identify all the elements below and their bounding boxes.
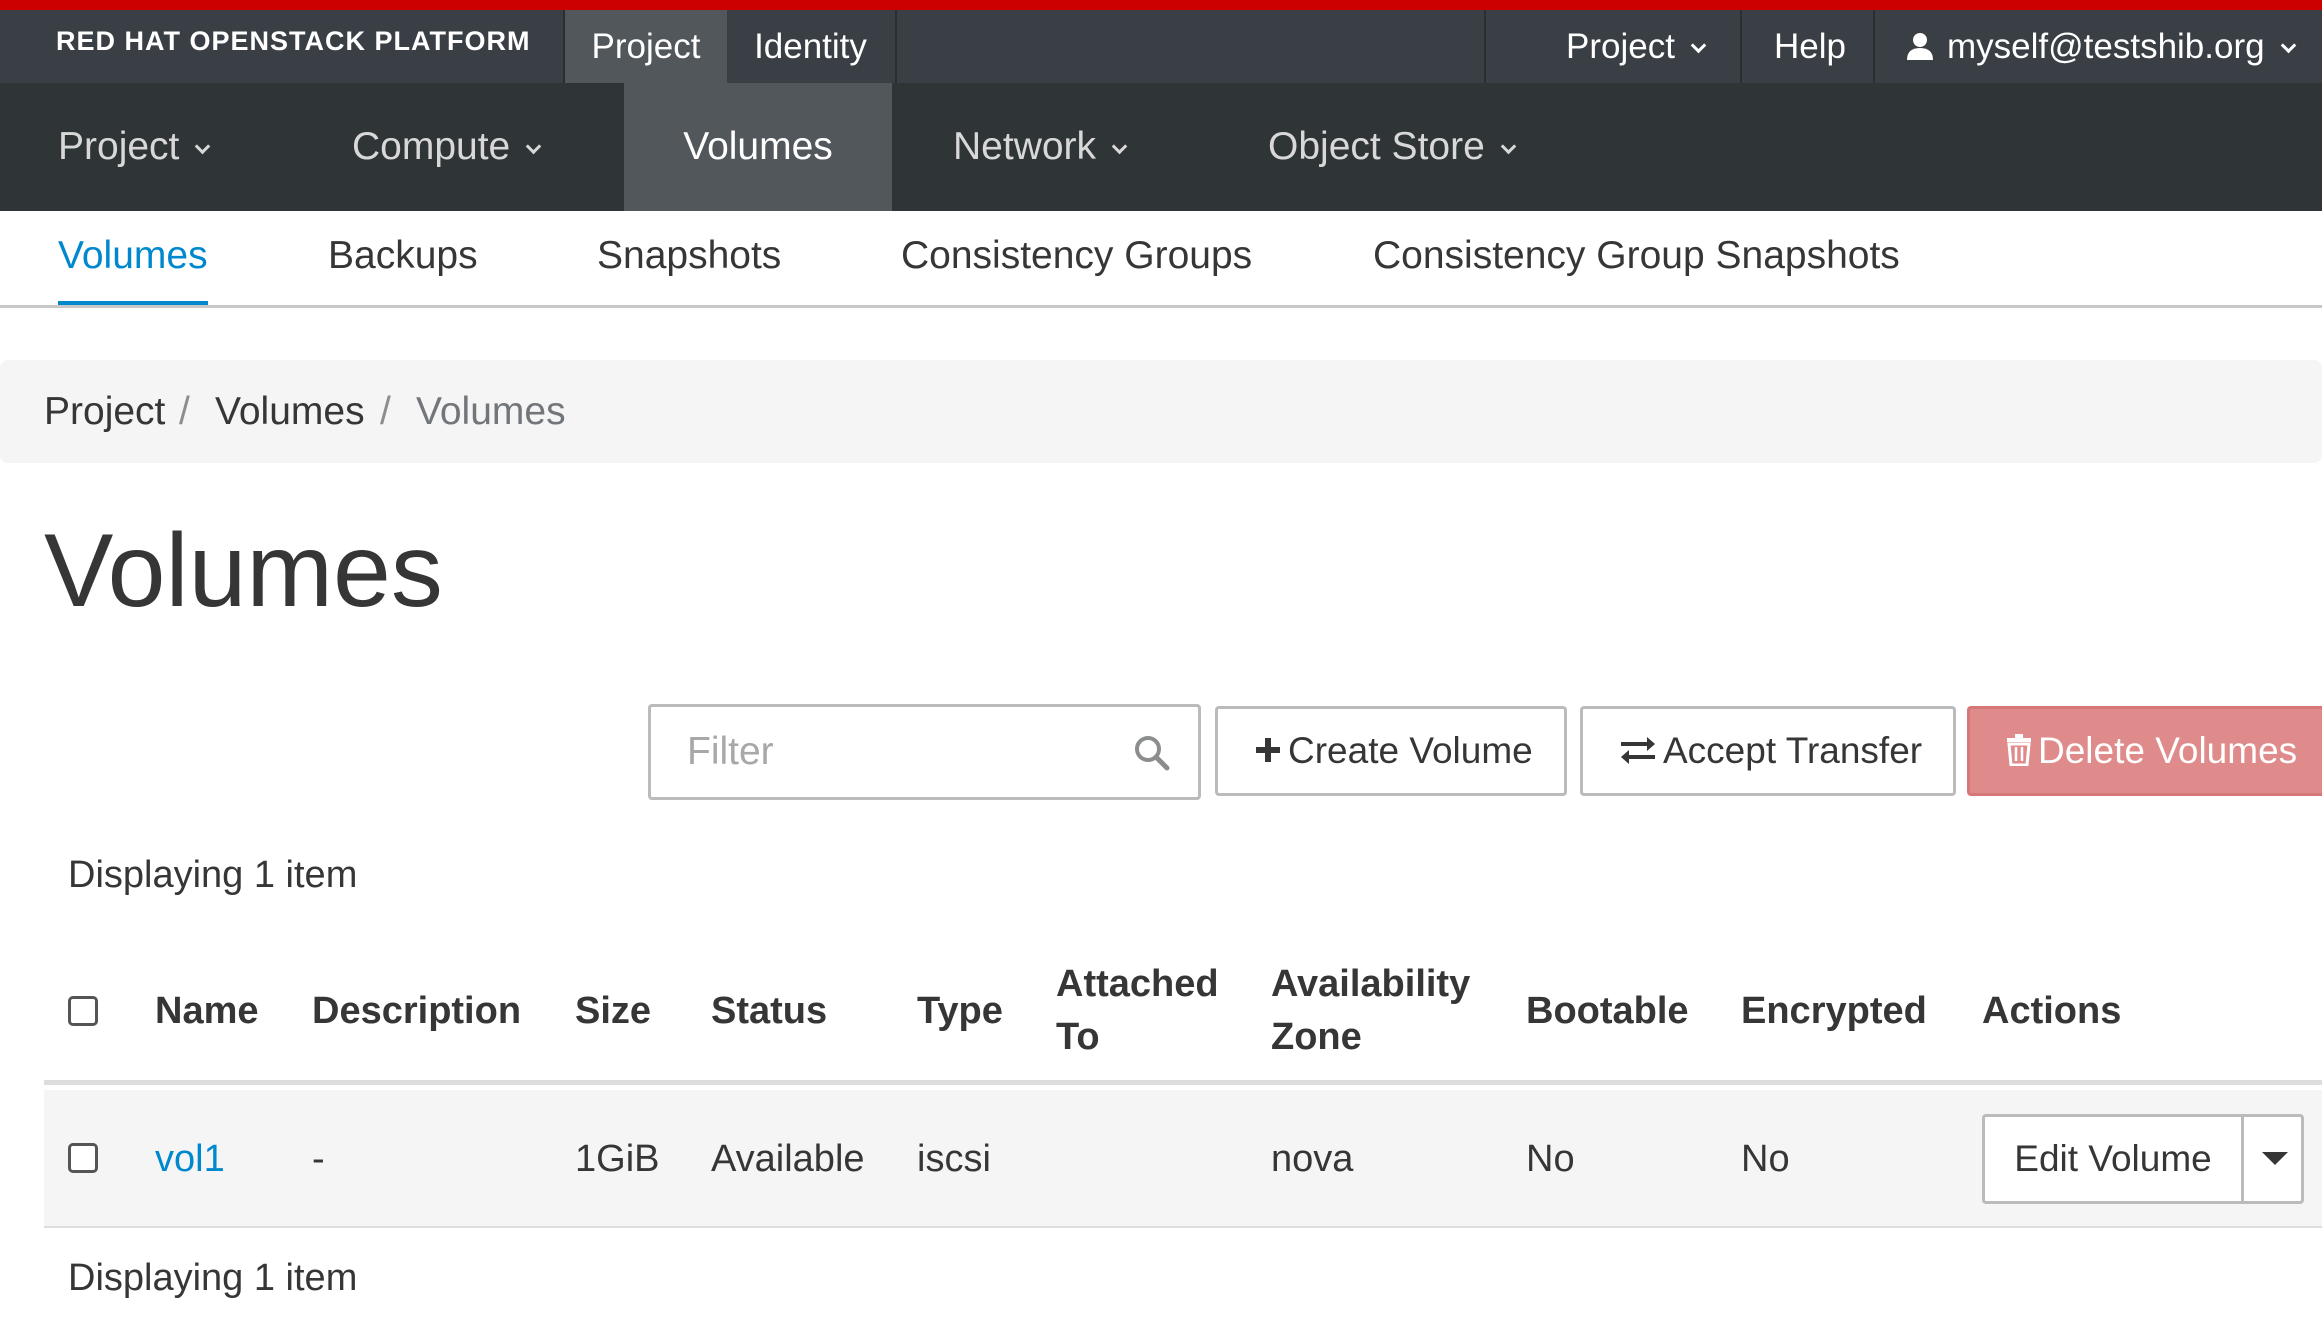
masthead: RED HAT OPENSTACK PLATFORM Project Ident…	[0, 10, 2322, 83]
table-header: Name Description Size Status Type Attach…	[44, 940, 2322, 1085]
volume-size: 1GiB	[575, 1138, 660, 1180]
divider	[895, 10, 897, 83]
breadcrumb-current: Volumes	[416, 390, 566, 433]
accept-transfer-label: Accept Transfer	[1663, 730, 1923, 771]
edit-volume-button[interactable]: Edit Volume	[1985, 1117, 2241, 1201]
row-checkbox[interactable]	[68, 1143, 98, 1173]
breadcrumb: Project / Volumes / Volumes	[0, 360, 2322, 463]
breadcrumb-volumes[interactable]: Volumes	[215, 360, 365, 463]
column-description[interactable]: Description	[312, 985, 521, 1038]
subtab-consistency-groups[interactable]: Consistency Groups	[901, 211, 1252, 305]
volume-status: Available	[711, 1138, 865, 1180]
divider	[1873, 10, 1875, 83]
filter-field[interactable]	[648, 704, 1201, 800]
caret-down-icon[interactable]	[2262, 1152, 2288, 1165]
column-name[interactable]: Name	[155, 985, 259, 1038]
subtab-consistency-group-snapshots[interactable]: Consistency Group Snapshots	[1373, 211, 1900, 305]
column-attached-to-line1: Attached	[1056, 963, 1219, 1005]
delete-volumes-button[interactable]: Delete Volumes	[1967, 706, 2322, 796]
user-icon	[1907, 32, 1933, 60]
chevron-down-icon	[1690, 37, 1707, 54]
search-icon[interactable]	[1132, 733, 1172, 773]
column-availability-zone-line2: Zone	[1271, 1016, 1362, 1058]
tab-identity[interactable]: Identity	[727, 10, 894, 83]
item-count-footer: Displaying 1 item	[68, 1257, 358, 1299]
column-status[interactable]: Status	[711, 985, 827, 1038]
volume-type: iscsi	[917, 1138, 991, 1180]
item-count: Displaying 1 item	[68, 854, 358, 896]
column-size[interactable]: Size	[575, 985, 651, 1038]
subtab-backups[interactable]: Backups	[328, 211, 478, 305]
trash-icon	[2007, 734, 2031, 767]
chevron-down-icon	[525, 138, 542, 155]
volume-description: -	[312, 1138, 325, 1180]
breadcrumb-separator: /	[179, 390, 190, 433]
volume-bootable: No	[1526, 1138, 1575, 1180]
divider	[2241, 1117, 2244, 1201]
project-menu-label: Project	[1566, 27, 1675, 66]
volume-name-link[interactable]: vol1	[155, 1090, 225, 1228]
create-volume-label: Create Volume	[1288, 730, 1533, 771]
chevron-down-icon	[1111, 138, 1128, 155]
brand-logo[interactable]: RED HAT OPENSTACK PLATFORM	[56, 26, 530, 57]
filter-input[interactable]	[687, 707, 1127, 797]
help-link[interactable]: Help	[1774, 10, 1846, 83]
nav-volumes[interactable]: Volumes	[624, 83, 892, 211]
column-type[interactable]: Type	[917, 985, 1003, 1038]
page-title: Volumes	[44, 513, 443, 629]
nav-item-label: Object Store	[1268, 125, 1485, 168]
column-availability-zone[interactable]: Availability Zone	[1271, 958, 1470, 1064]
column-encrypted[interactable]: Encrypted	[1741, 985, 1927, 1038]
table-row: vol1 - 1GiB Available iscsi nova No No E…	[44, 1090, 2322, 1228]
row-actions-group: Edit Volume	[1982, 1114, 2304, 1204]
brand-accent-strip	[0, 0, 2322, 10]
column-bootable[interactable]: Bootable	[1526, 985, 1689, 1038]
nav-compute[interactable]: Compute	[352, 83, 542, 211]
column-actions: Actions	[1982, 990, 2122, 1032]
nav-project[interactable]: Project	[58, 83, 211, 211]
nav-item-label: Network	[953, 125, 1097, 168]
chevron-down-icon	[195, 138, 211, 155]
subtab-snapshots[interactable]: Snapshots	[597, 211, 781, 305]
user-menu[interactable]: myself@testshib.org	[1905, 10, 2296, 83]
exchange-icon	[1621, 737, 1655, 765]
volume-zone: nova	[1271, 1138, 1354, 1180]
column-availability-zone-line1: Availability	[1271, 963, 1471, 1005]
tab-project[interactable]: Project	[565, 10, 727, 83]
breadcrumb-separator: /	[380, 390, 391, 433]
chevron-down-icon	[2280, 37, 2296, 54]
create-volume-button[interactable]: Create Volume	[1215, 706, 1567, 796]
accept-transfer-button[interactable]: Accept Transfer	[1580, 706, 1956, 796]
user-name: myself@testshib.org	[1947, 27, 2265, 66]
chevron-down-icon	[1500, 138, 1517, 155]
primary-nav: Project Compute Volumes Network Object S…	[0, 83, 2322, 211]
select-all-checkbox[interactable]	[68, 996, 98, 1026]
nav-item-label: Project	[58, 125, 180, 168]
divider	[1484, 10, 1486, 83]
breadcrumb-project[interactable]: Project	[44, 360, 165, 463]
nav-item-label: Compute	[352, 125, 511, 168]
project-menu[interactable]: Project	[1566, 10, 1707, 83]
volume-encrypted: No	[1741, 1138, 1790, 1180]
nav-object-store[interactable]: Object Store	[1268, 83, 1517, 211]
nav-network[interactable]: Network	[953, 83, 1128, 211]
column-attached-to-line2: To	[1056, 1016, 1100, 1058]
delete-volumes-label: Delete Volumes	[2038, 730, 2298, 771]
plus-icon	[1256, 738, 1280, 763]
divider	[1740, 10, 1742, 83]
sub-nav: Volumes Backups Snapshots Consistency Gr…	[0, 211, 2322, 308]
column-attached-to[interactable]: Attached To	[1056, 958, 1219, 1064]
subtab-volumes[interactable]: Volumes	[58, 211, 208, 305]
